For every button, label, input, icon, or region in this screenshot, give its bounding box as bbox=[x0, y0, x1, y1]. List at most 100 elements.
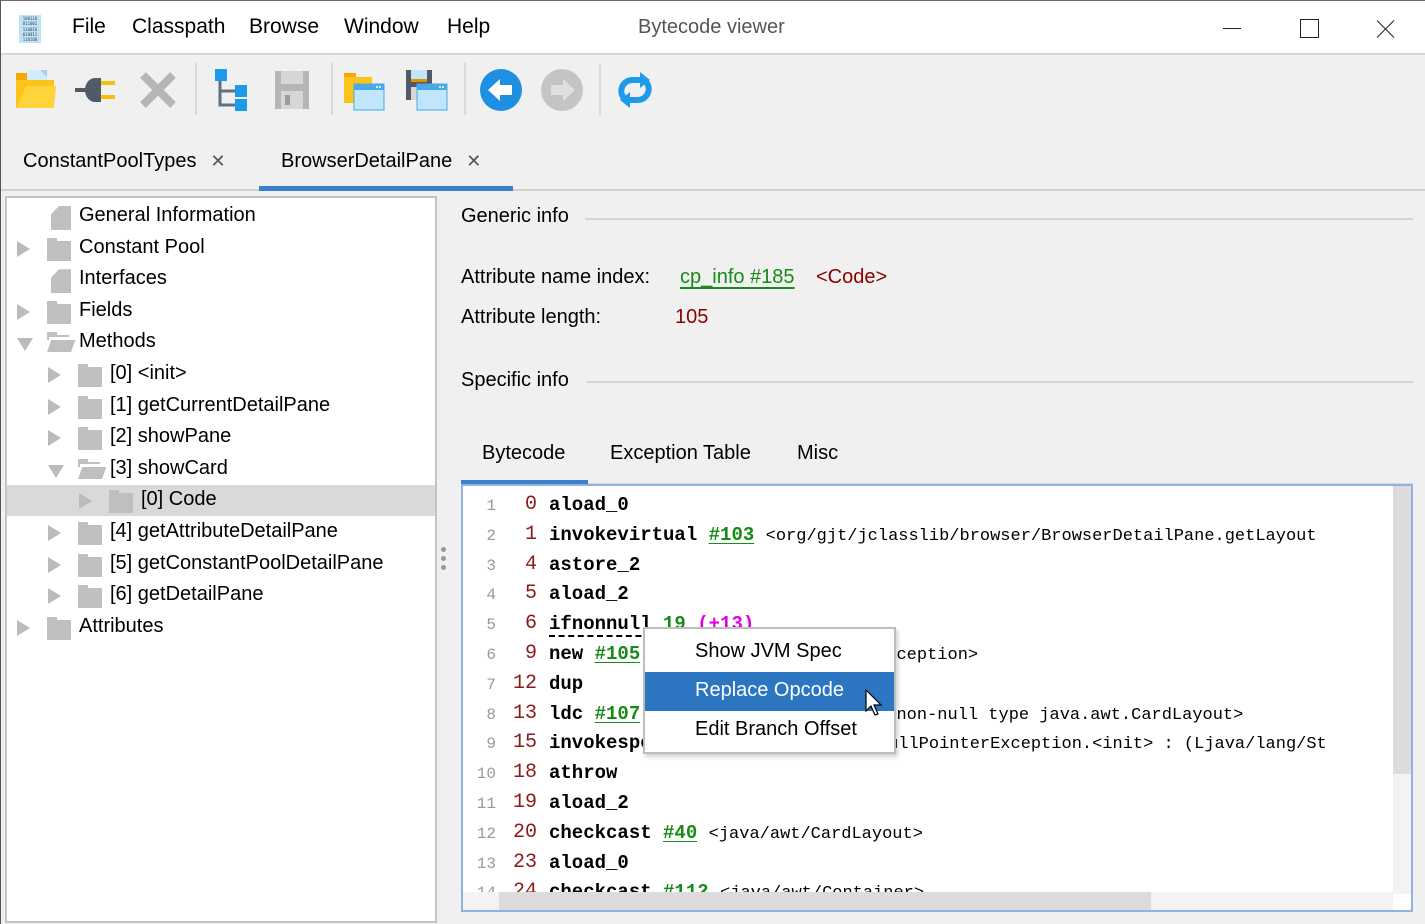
bytecode-line[interactable]: 5 6 ifnonnull 19 (+13) bbox=[463, 611, 1393, 641]
close-file-button[interactable] bbox=[135, 67, 181, 113]
menu-browse[interactable]: Browse bbox=[249, 15, 319, 39]
close-tab-icon[interactable]: ✕ bbox=[210, 151, 225, 171]
opcode[interactable]: astore_2 bbox=[549, 554, 640, 576]
collapse-arrow-icon[interactable] bbox=[17, 338, 33, 352]
opcode[interactable]: ifnonnull bbox=[549, 613, 652, 635]
expand-arrow-icon[interactable] bbox=[48, 430, 61, 447]
opcode[interactable]: dup bbox=[549, 673, 583, 695]
constant-pool-ref-link[interactable]: #107 bbox=[595, 703, 641, 725]
tree-node[interactable]: Interfaces bbox=[7, 264, 435, 295]
tab-constant-pool-types[interactable]: ConstantPoolTypes ✕ bbox=[23, 131, 226, 191]
plug-button[interactable] bbox=[73, 67, 119, 113]
expand-arrow-icon[interactable] bbox=[17, 303, 30, 320]
vertical-scrollbar[interactable] bbox=[1393, 486, 1411, 894]
menu-classpath[interactable]: Classpath bbox=[132, 15, 225, 39]
reload-button[interactable] bbox=[612, 67, 658, 113]
open-in-new-window-button[interactable] bbox=[341, 67, 387, 113]
back-button[interactable] bbox=[478, 67, 524, 113]
menu-file[interactable]: File bbox=[72, 15, 106, 39]
bytecode-line[interactable]: 69new #105 <java/lang/NullPointerExcepti… bbox=[463, 641, 1393, 671]
tree-node[interactable]: [1] getCurrentDetailPane bbox=[7, 391, 435, 422]
bytecode-line[interactable]: 3 4 astore_2 bbox=[463, 552, 1393, 582]
menu-item-show-jvm-spec[interactable]: Show JVM Spec bbox=[645, 633, 894, 672]
opcode[interactable]: new bbox=[549, 643, 583, 665]
bytecode-line[interactable]: 8 13 ldc #107 <null cannot be cast to non-… bbox=[463, 701, 1393, 731]
bytecode-line[interactable]: 11 19 aload_2 bbox=[463, 790, 1393, 820]
context-menu: Show JVM Spec Replace Opcode Edit Branch… bbox=[643, 627, 896, 754]
menu-item-replace-opcode[interactable]: Replace Opcode bbox=[645, 672, 894, 711]
bytecode-line[interactable]: 4 5 aload_2 bbox=[463, 581, 1393, 611]
tab-exception-table[interactable]: Exception Table bbox=[610, 442, 751, 465]
bytecode-line[interactable]: 2 1 invokevirtual #103 <org/gjt/jclasslib/… bbox=[463, 522, 1393, 552]
menu-window[interactable]: Window bbox=[344, 15, 419, 39]
bytecode-line[interactable]: 10 18 athrow bbox=[463, 760, 1393, 790]
tab-misc[interactable]: Misc bbox=[797, 442, 838, 465]
opcode[interactable]: aload_2 bbox=[549, 583, 629, 605]
splitter-handle[interactable] bbox=[441, 547, 447, 575]
close-tab-icon[interactable]: ✕ bbox=[466, 151, 481, 171]
bytecode-line[interactable]: 915invokespecial #109 <java/lang/NullPoi… bbox=[463, 730, 1393, 760]
close-window-button[interactable] bbox=[1363, 11, 1409, 47]
bytecode-line[interactable]: 1 0 aload_0 bbox=[463, 492, 1393, 522]
hierarchy-icon bbox=[215, 69, 247, 111]
menu-item-edit-branch-offset[interactable]: Edit Branch Offset bbox=[645, 711, 894, 750]
tree-node[interactable]: [3] showCard bbox=[7, 454, 435, 485]
bytecode-offset: 4 bbox=[524, 552, 537, 576]
bytecode-offset: 18 bbox=[512, 761, 537, 785]
opcode[interactable]: ldc bbox=[549, 703, 583, 725]
tree-node[interactable]: [4] getAttributeDetailPane bbox=[7, 517, 435, 548]
expand-arrow-icon[interactable] bbox=[48, 525, 61, 541]
minimize-button[interactable] bbox=[1209, 11, 1255, 47]
collapse-arrow-icon[interactable] bbox=[48, 464, 64, 478]
save-in-new-window-button[interactable] bbox=[403, 67, 449, 113]
bytecode-line[interactable]: 12 20 checkcast #40 <java/awt/CardLayout> bbox=[463, 820, 1393, 850]
tree-node[interactable]: Constant Pool bbox=[7, 233, 435, 264]
opcode[interactable]: invokevirtual bbox=[549, 524, 697, 546]
expand-arrow-icon[interactable] bbox=[48, 588, 61, 605]
line-number: 9 bbox=[486, 735, 496, 754]
browse-hierarchy-button[interactable] bbox=[209, 67, 255, 113]
tab-bytecode[interactable]: Bytecode bbox=[482, 442, 565, 465]
bytecode-editor[interactable]: 1424checkcast #112 <java/awt/Container>1… bbox=[461, 484, 1413, 912]
expand-arrow-icon[interactable] bbox=[48, 556, 61, 573]
tab-browser-detail-pane[interactable]: BrowserDetailPane ✕ bbox=[259, 131, 513, 191]
tree-node[interactable]: [6] getDetailPane bbox=[7, 580, 435, 611]
horizontal-scroll-thumb[interactable] bbox=[499, 892, 1151, 910]
menu-help[interactable]: Help bbox=[447, 15, 490, 39]
open-class-button[interactable] bbox=[13, 67, 59, 113]
constant-pool-ref-link[interactable]: #105 bbox=[595, 643, 641, 665]
tree-node[interactable]: [0] <init> bbox=[7, 359, 435, 390]
constant-pool-ref-link[interactable]: #103 bbox=[709, 524, 755, 546]
tree-node[interactable]: [2] showPane bbox=[7, 422, 435, 453]
tree-node[interactable]: [5] getConstantPoolDetailPane bbox=[7, 549, 435, 580]
specific-info-title: Specific info bbox=[461, 369, 569, 391]
tree-node[interactable]: Attributes bbox=[7, 612, 435, 643]
cp-info-link[interactable]: cp_info #185 bbox=[680, 266, 795, 289]
forward-button[interactable] bbox=[539, 67, 585, 113]
constant-pool-ref-link[interactable]: #40 bbox=[663, 822, 697, 844]
bytecode-offset: 15 bbox=[512, 731, 537, 755]
expand-arrow-icon[interactable] bbox=[17, 619, 30, 636]
expand-arrow-icon[interactable] bbox=[48, 398, 61, 415]
maximize-button[interactable] bbox=[1286, 11, 1332, 47]
bytecode-line[interactable]: 13 23 aload_0 bbox=[463, 850, 1393, 880]
opcode[interactable]: aload_0 bbox=[549, 494, 629, 516]
expand-arrow-icon[interactable] bbox=[48, 367, 61, 383]
attribute-length-label: Attribute length: bbox=[461, 306, 602, 328]
opcode[interactable]: aload_0 bbox=[549, 852, 629, 874]
tree-node[interactable]: Methods bbox=[7, 327, 435, 358]
horizontal-scrollbar[interactable] bbox=[463, 892, 1393, 910]
divider bbox=[585, 218, 1413, 220]
tree-node[interactable]: Fields bbox=[7, 296, 435, 327]
opcode[interactable]: athrow bbox=[549, 762, 617, 784]
vertical-scroll-thumb[interactable] bbox=[1393, 486, 1411, 774]
opcode[interactable]: checkcast bbox=[549, 822, 652, 844]
save-button[interactable] bbox=[269, 67, 315, 113]
tree-node[interactable]: General Information bbox=[7, 201, 435, 232]
expand-arrow-icon[interactable] bbox=[17, 240, 30, 257]
tree-node[interactable]: [0] Code bbox=[7, 485, 435, 517]
expand-arrow-icon[interactable] bbox=[79, 493, 92, 510]
class-structure-tree[interactable]: General Information Constant Pool Interfac… bbox=[5, 196, 437, 923]
bytecode-line[interactable]: 7 12 dup bbox=[463, 671, 1393, 701]
opcode[interactable]: aload_2 bbox=[549, 792, 629, 814]
